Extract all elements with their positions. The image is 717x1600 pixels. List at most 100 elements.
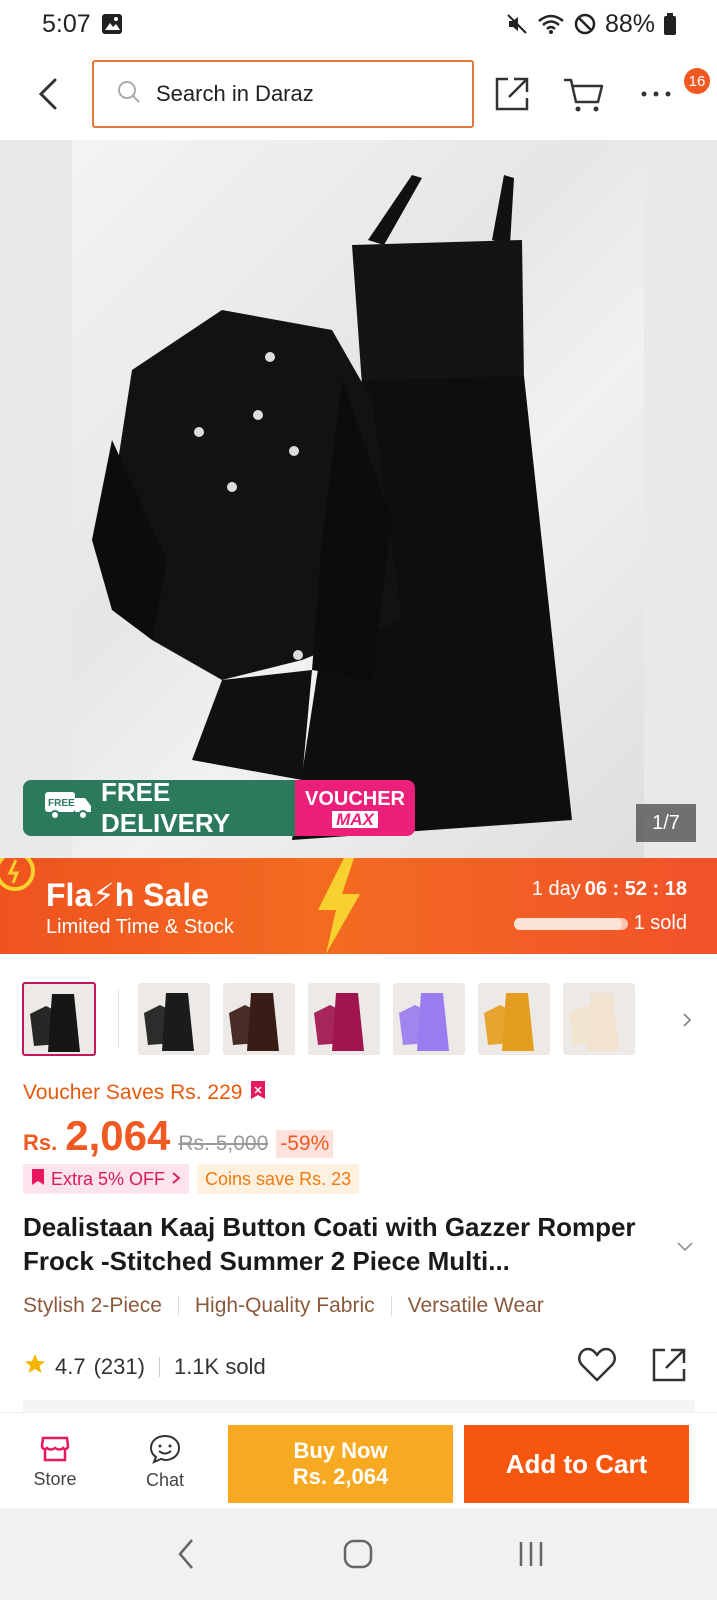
tag-item: Versatile Wear: [407, 1294, 544, 1317]
variant-thumbnails: [22, 982, 702, 1058]
flash-sale-subtitle: Limited Time & Stock: [46, 916, 234, 938]
voucher-saves-text: Voucher Saves Rs. 229: [23, 1081, 243, 1104]
flash-sale-title: Fla⚡h Sale: [46, 877, 209, 913]
mute-icon: [505, 12, 529, 36]
variant-thumbnail[interactable]: [138, 983, 210, 1055]
chevron-right-icon: [171, 1169, 181, 1190]
buy-now-button[interactable]: Buy Now Rs. 2,064: [228, 1425, 453, 1503]
buy-now-label: Buy Now: [293, 1438, 388, 1463]
image-counter: 1/7: [636, 804, 696, 842]
status-bar: 5:07 88%: [0, 0, 717, 48]
search-box[interactable]: [92, 60, 474, 128]
chevron-down-icon: [677, 1242, 693, 1252]
rating-row[interactable]: 4.7 (231) 1.1K sold: [23, 1352, 266, 1382]
share-button[interactable]: [486, 68, 538, 120]
free-delivery-text: FREE DELIVERY: [101, 780, 231, 836]
free-delivery-voucher-banner: FREE FREE DELIVERY VOUCHER MAX: [23, 780, 415, 836]
tag-divider: [390, 1296, 392, 1316]
price-row: Rs. 2,064 Rs. 5,000 -59%: [23, 1112, 334, 1160]
product-title: Dealistaan Kaaj Button Coati with Gazzer…: [23, 1212, 636, 1276]
voucher-text: VOUCHER: [304, 787, 405, 810]
timer-days: 1 day: [531, 878, 581, 900]
chat-button[interactable]: Chat: [130, 1425, 200, 1499]
voucher-saves[interactable]: Voucher Saves Rs. 229: [23, 1080, 266, 1106]
timer-hms: 06 : 52 : 18: [584, 878, 687, 900]
original-price: Rs. 5,000: [178, 1132, 269, 1155]
variant-thumbnail[interactable]: [308, 983, 380, 1055]
dnd-icon: [573, 12, 597, 36]
chat-icon: [149, 1434, 181, 1464]
free-delivery-badge: FREE FREE DELIVERY: [23, 780, 295, 836]
review-count: (231): [93, 1354, 145, 1379]
expand-title-button[interactable]: [670, 1232, 700, 1262]
add-to-cart-button[interactable]: Add to Cart: [464, 1425, 689, 1503]
flash-sold-count: 1 sold: [633, 912, 687, 934]
variant-thumbnail[interactable]: [393, 983, 465, 1055]
notification-badge: 16: [684, 68, 710, 94]
more-menu-button[interactable]: [630, 68, 682, 120]
status-time: 5:07: [42, 9, 91, 38]
product-photo: [72, 140, 644, 858]
sold-progress-bar: [514, 918, 628, 930]
star-icon: [23, 1352, 47, 1382]
variant-thumbnail[interactable]: [223, 983, 295, 1055]
thumbnails-next-button[interactable]: [670, 982, 704, 1058]
share-product-button[interactable]: [648, 1344, 690, 1386]
sold-progress-fill: [514, 918, 623, 930]
nav-home-icon: [344, 1539, 373, 1569]
flash-sale-timer: 1 day 06 : 52 : 18: [532, 878, 687, 901]
nav-home-button[interactable]: [328, 1524, 388, 1584]
lightning-icon: [308, 858, 368, 954]
product-tags: Stylish 2-Piece High-Quality Fabric Vers…: [23, 1294, 544, 1318]
discount-badge: -59%: [276, 1130, 334, 1158]
thumbnail-divider: [118, 990, 119, 1048]
delivery-truck-icon: FREE: [37, 788, 93, 829]
gallery-icon: [101, 13, 123, 35]
share-icon: [652, 1348, 686, 1382]
tag-item: Stylish 2-Piece: [23, 1294, 162, 1317]
store-icon: [40, 1436, 70, 1461]
ticket-icon: [31, 1168, 45, 1191]
extra-off-chip[interactable]: Extra 5% OFF: [23, 1164, 190, 1194]
rating-divider: [158, 1357, 160, 1377]
price-currency: Rs.: [23, 1130, 58, 1155]
rating-value: 4.7: [55, 1354, 86, 1379]
coins-save-chip[interactable]: Coins save Rs. 23: [197, 1164, 360, 1194]
voucher-ticket-icon: [250, 1080, 266, 1106]
battery-icon: [663, 13, 677, 35]
coins-save-text: Coins save Rs. 23: [205, 1168, 352, 1189]
extra-off-text: Extra 5% OFF: [51, 1168, 166, 1189]
variant-thumbnail[interactable]: [22, 982, 96, 1056]
back-button[interactable]: [28, 70, 68, 118]
variant-thumbnail[interactable]: [563, 983, 635, 1055]
cart-button[interactable]: [558, 68, 610, 120]
promo-chips: Extra 5% OFF Coins save Rs. 23: [23, 1164, 360, 1194]
search-input[interactable]: [156, 81, 436, 107]
top-header: [0, 52, 717, 136]
product-image-carousel[interactable]: FREE FREE DELIVERY VOUCHER MAX 1/7: [0, 140, 717, 858]
current-price: 2,064: [65, 1112, 171, 1159]
nav-back-icon: [178, 1539, 194, 1569]
dress-illustration: [92, 175, 572, 840]
heart-icon: [578, 1347, 616, 1382]
buy-now-price: Rs. 2,064: [292, 1464, 389, 1489]
sold-count: 1.1K sold: [173, 1354, 266, 1379]
battery-percent: 88%: [604, 9, 655, 38]
system-nav-bar: [0, 1508, 717, 1600]
chat-label: Chat: [145, 1469, 185, 1490]
voucher-max-text: MAX: [332, 810, 378, 828]
nav-back-button[interactable]: [156, 1524, 216, 1584]
tag-divider: [177, 1296, 179, 1316]
nav-recents-button[interactable]: [501, 1524, 561, 1584]
free-tag: FREE: [48, 798, 75, 809]
chevron-right-icon: [683, 1013, 692, 1027]
store-label: Store: [33, 1468, 77, 1489]
variant-thumbnail[interactable]: [478, 983, 550, 1055]
section-divider: [23, 1400, 695, 1412]
bottom-action-bar: Store Chat Buy Now Rs. 2,064 Add to Cart: [0, 1412, 717, 1508]
flash-sale-banner[interactable]: Fla⚡h Sale Limited Time & Stock 1 day 06…: [0, 858, 717, 954]
nav-recents-icon: [519, 1542, 543, 1566]
wifi-icon: [537, 12, 565, 36]
wishlist-button[interactable]: [576, 1344, 618, 1386]
store-button[interactable]: Store: [20, 1425, 90, 1499]
